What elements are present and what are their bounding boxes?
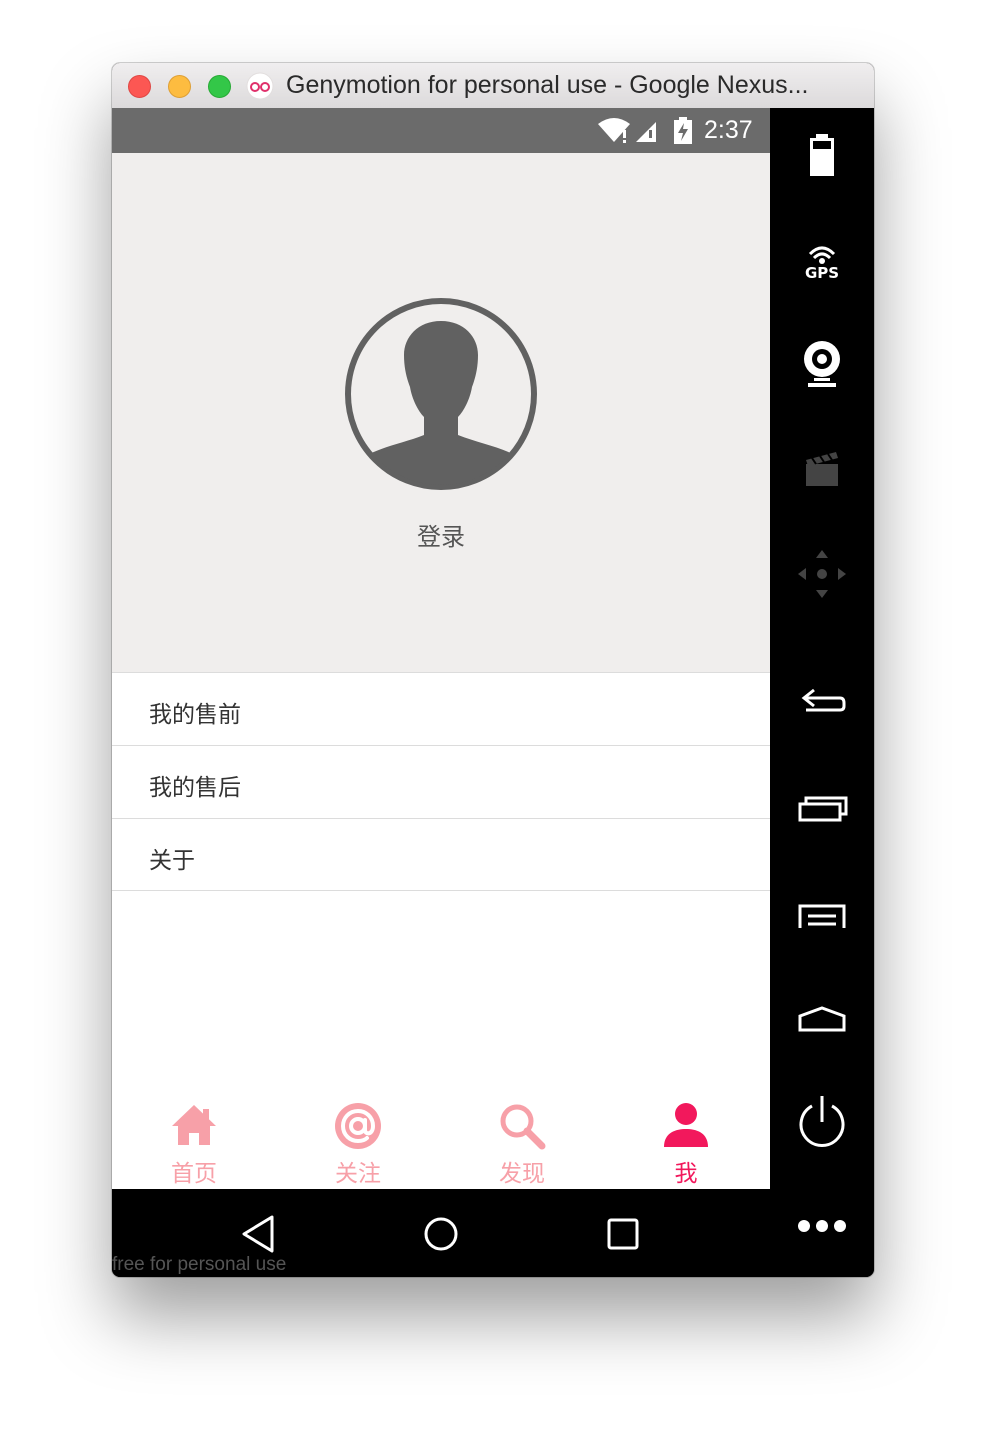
screencast-widget-icon[interactable] (792, 438, 852, 498)
close-window-button[interactable] (128, 75, 151, 98)
gps-widget-icon[interactable]: GPS (792, 232, 852, 292)
back-nav-icon[interactable] (234, 1209, 284, 1259)
status-time: 2:37 (704, 116, 753, 144)
battery-charging-icon (674, 117, 692, 144)
back-side-icon[interactable] (792, 676, 852, 736)
genymotion-app-icon (246, 72, 274, 100)
overview-nav-icon[interactable] (598, 1209, 648, 1259)
android-status-bar: 2:37 (112, 108, 770, 153)
home-side-icon[interactable] (792, 988, 852, 1048)
menu-item-label: 关于 (149, 848, 195, 874)
power-side-icon[interactable] (792, 1092, 852, 1152)
tab-me[interactable]: 我 (604, 1089, 768, 1189)
login-button[interactable]: 登录 (112, 517, 770, 552)
window-title: Genymotion for personal use - Google Nex… (286, 71, 809, 99)
watermark-text: free for personal use (112, 1254, 287, 1275)
emulator-window: Genymotion for personal use - Google Nex… (112, 63, 874, 1277)
zoom-window-button[interactable] (208, 75, 231, 98)
dpad-widget-icon[interactable] (792, 544, 852, 604)
genymotion-sidebar: GPS (770, 108, 874, 1277)
menu-item-presale[interactable]: 我的售前 (112, 672, 770, 745)
person-icon (664, 1103, 708, 1147)
at-icon (335, 1103, 381, 1149)
menu-item-about[interactable]: 关于 (112, 818, 770, 891)
search-icon (500, 1104, 546, 1150)
tab-home[interactable]: 首页 (112, 1089, 276, 1189)
home-icon (172, 1105, 216, 1145)
profile-header: 登录 (112, 153, 770, 672)
webcam-widget-icon[interactable] (792, 334, 852, 394)
tab-label: 我 (674, 1161, 698, 1187)
tab-follow[interactable]: 关注 (276, 1089, 440, 1189)
tab-label: 首页 (171, 1161, 217, 1187)
tab-label: 发现 (499, 1161, 545, 1187)
menu-item-label: 我的售后 (149, 775, 241, 801)
battery-widget-icon[interactable] (792, 128, 852, 188)
avatar-icon[interactable] (344, 297, 538, 491)
recent-apps-side-icon[interactable] (792, 778, 852, 838)
tab-label: 关注 (335, 1161, 381, 1187)
tab-discover[interactable]: 发现 (440, 1089, 604, 1189)
menu-item-aftersale[interactable]: 我的售后 (112, 745, 770, 818)
minimize-window-button[interactable] (168, 75, 191, 98)
gps-label: GPS (805, 264, 839, 282)
bottom-tab-bar: 首页 关注 发现 我 (112, 1089, 770, 1189)
menu-item-label: 我的售前 (149, 702, 241, 728)
title-bar: Genymotion for personal use - Google Nex… (112, 63, 874, 109)
app-screen: 登录 我的售前 我的售后 关于 首页 关注 发现 我 (112, 153, 770, 1189)
menu-divider (112, 890, 770, 891)
menu-side-icon[interactable] (792, 884, 852, 944)
home-nav-icon[interactable] (416, 1209, 466, 1259)
more-options-icon[interactable] (792, 1196, 852, 1256)
wifi-signal-icon (598, 118, 656, 143)
